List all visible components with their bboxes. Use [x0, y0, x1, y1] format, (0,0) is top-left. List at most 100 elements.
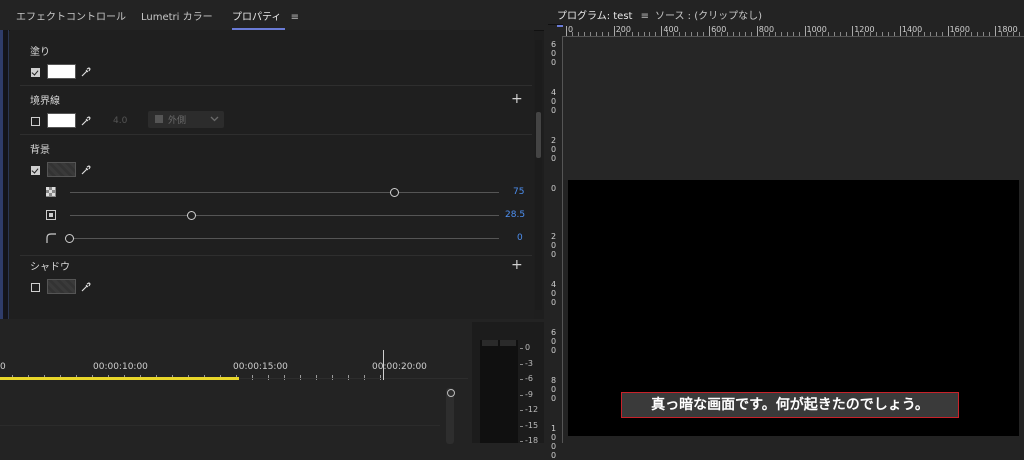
- meter-tick: [520, 410, 523, 411]
- tab-lumetri-color[interactable]: Lumetri カラー: [141, 8, 213, 23]
- ruler-major-tick: [852, 26, 854, 36]
- ruler-minor-tick: [601, 32, 603, 36]
- ruler-minor-tick: [858, 32, 860, 36]
- ruler-minor-tick: [977, 32, 979, 36]
- eyedropper-icon[interactable]: [81, 67, 91, 77]
- ruler-minor-tick: [953, 32, 955, 36]
- ruler-minor-tick: [792, 32, 794, 36]
- ruler-minor-tick: [1019, 32, 1021, 36]
- ruler-minor-tick: [768, 32, 770, 36]
- ruler-minor-tick: [816, 32, 818, 36]
- meter-channel-left: [482, 340, 498, 346]
- chevron-down-icon: [210, 116, 219, 122]
- shadow-checkbox[interactable]: [31, 283, 40, 292]
- opacity-slider-knob[interactable]: [390, 188, 399, 197]
- eyedropper-icon[interactable]: [81, 282, 91, 292]
- caption-text[interactable]: 真っ暗な画面です。何が起きたのでしょう。: [621, 392, 959, 418]
- ruler-minor-tick: [595, 32, 597, 36]
- meter-db-label: -12: [525, 405, 539, 414]
- meter-db-label: -9: [525, 389, 533, 399]
- ruler-minor-tick: [887, 32, 889, 36]
- tab-program-label: プログラム: test: [557, 11, 633, 22]
- eyedropper-icon[interactable]: [81, 116, 91, 126]
- track-divider: [0, 425, 440, 426]
- add-stroke-icon[interactable]: +: [511, 92, 523, 106]
- timeline-scroll-handle[interactable]: [447, 389, 455, 397]
- size-slider-track[interactable]: [70, 215, 499, 216]
- ruler-major-tick: [804, 26, 806, 36]
- opacity-value[interactable]: 75: [513, 187, 524, 197]
- meter-tick: [520, 394, 523, 396]
- vruler-label: 200: [551, 136, 557, 163]
- stroke-checkbox[interactable]: [31, 117, 40, 126]
- background-title: 背景: [30, 145, 50, 156]
- divider: [20, 134, 532, 135]
- ruler-minor-tick: [673, 32, 675, 36]
- ruler-minor-tick: [959, 32, 961, 36]
- ruler-minor-tick: [631, 32, 633, 36]
- properties-scrollbar-track[interactable]: [535, 40, 542, 310]
- ruler-minor-tick: [583, 32, 585, 36]
- hamburger-icon[interactable]: ≡: [291, 12, 299, 23]
- ruler-minor-tick: [744, 32, 746, 36]
- meter-tick: [520, 379, 523, 380]
- stroke-position-dropdown[interactable]: 外側: [148, 111, 224, 128]
- meter-tick: [520, 363, 523, 365]
- shadow-title: シャドウ: [30, 262, 70, 273]
- opacity-slider-track[interactable]: [70, 192, 499, 193]
- ruler-minor-tick: [697, 32, 699, 36]
- size-value[interactable]: 28.5: [505, 210, 525, 220]
- add-shadow-icon[interactable]: +: [511, 258, 523, 272]
- stroke-position-value: 外側: [168, 116, 187, 126]
- corner-slider-track[interactable]: [70, 238, 499, 239]
- ruler-minor-tick: [917, 32, 919, 36]
- corner-slider-knob[interactable]: [65, 234, 74, 243]
- audio-meter-bars: [480, 340, 518, 443]
- timecode-label: 00:00:20:00: [372, 362, 427, 372]
- fill-checkbox[interactable]: [31, 68, 40, 77]
- size-slider-knob[interactable]: [187, 211, 196, 220]
- ruler-minor-tick: [655, 32, 657, 36]
- meter-db-label: -15: [525, 420, 539, 430]
- shadow-color-swatch[interactable]: [47, 279, 76, 294]
- ruler-minor-tick: [876, 32, 878, 36]
- ruler-minor-tick: [732, 32, 734, 36]
- stroke-position-icon: [155, 115, 163, 123]
- ruler-label: 400: [663, 25, 679, 34]
- checker-icon: [46, 187, 56, 197]
- ruler-minor-tick: [971, 32, 973, 36]
- background-checkbox[interactable]: [31, 166, 40, 175]
- tab-properties[interactable]: プロパティ ≡: [232, 8, 299, 30]
- vruler-label: 1000: [551, 424, 557, 460]
- divider: [20, 255, 532, 256]
- tab-effect-controls[interactable]: エフェクトコントロール: [16, 8, 126, 23]
- ruler-minor-tick: [685, 32, 687, 36]
- ruler-minor-tick: [703, 32, 705, 36]
- meter-db-label: -18: [525, 436, 539, 445]
- hamburger-icon[interactable]: ≡: [641, 11, 649, 22]
- ruler-minor-tick: [679, 32, 681, 36]
- ruler-major-tick: [947, 26, 949, 36]
- ruler-minor-tick: [822, 32, 824, 36]
- corner-radius-value[interactable]: 0: [517, 233, 523, 243]
- ruler-minor-tick: [923, 32, 925, 36]
- stroke-width-value[interactable]: 4.0: [113, 116, 127, 126]
- ruler-minor-tick: [649, 32, 651, 36]
- eyedropper-icon[interactable]: [81, 165, 91, 175]
- tab-program[interactable]: プログラム: test ≡: [557, 7, 649, 27]
- ruler-minor-tick: [941, 32, 943, 36]
- ruler-minor-tick: [810, 32, 812, 36]
- ruler-minor-tick: [828, 32, 830, 36]
- stroke-color-swatch[interactable]: [47, 113, 76, 128]
- fill-color-swatch[interactable]: [47, 64, 76, 79]
- work-area-bar[interactable]: [0, 377, 239, 380]
- ruler-minor-tick: [846, 32, 848, 36]
- ruler-minor-tick: [738, 32, 740, 36]
- ruler-major-tick: [709, 26, 711, 36]
- properties-scrollbar-thumb[interactable]: [536, 112, 541, 158]
- ruler-minor-tick: [965, 32, 967, 36]
- ruler-minor-tick: [750, 32, 752, 36]
- playhead[interactable]: [383, 350, 384, 380]
- tab-source[interactable]: ソース : (クリップなし): [655, 7, 762, 22]
- background-color-swatch[interactable]: [47, 162, 76, 177]
